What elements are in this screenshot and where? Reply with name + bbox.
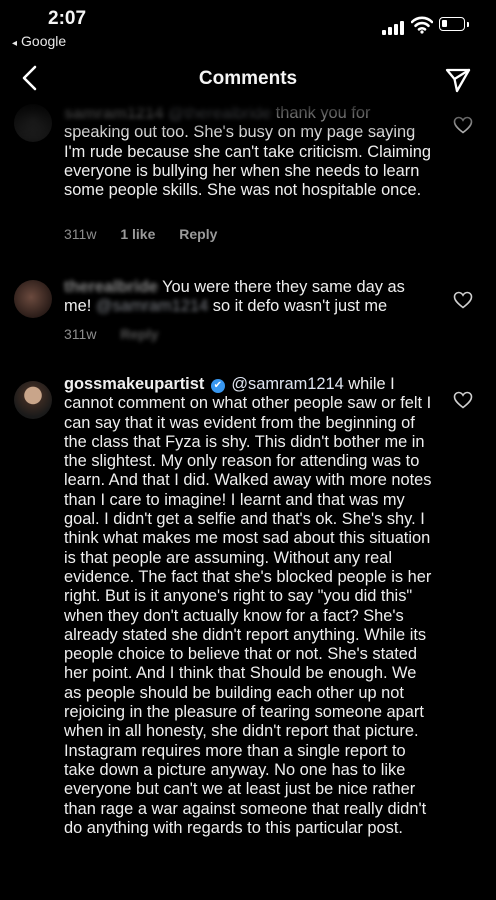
battery-tip [467,22,469,27]
cellular-signal-icon [382,21,406,35]
comment-item: gossmakeupartist ✔ @samram1214 while I c… [0,375,496,900]
wifi-icon [411,16,433,34]
comment-mention[interactable]: @samram1214 [231,375,343,393]
comment-time: 311w [64,326,97,342]
heart-icon[interactable] [453,291,473,309]
comment-username[interactable]: gossmakeupartist [64,375,204,393]
status-bar: 2:07 ◂ Google [0,0,496,56]
comment-meta: 311w Reply [64,326,178,342]
back-triangle-icon: ◂ [12,38,18,49]
comment-meta: 311w 1 like Reply [64,226,237,242]
heart-icon[interactable] [453,391,473,409]
comment-likes[interactable]: 1 like [120,226,155,242]
comment-time: 311w [64,226,97,242]
comment-body: samram1214 @therealbride thank you for s… [64,104,436,200]
page-title: Comments [198,68,298,89]
avatar[interactable] [14,280,52,318]
back-app-label: Google [21,33,67,49]
back-to-app-link[interactable]: ◂ Google [12,33,66,49]
comment-text-after: so it defo wasn't just me [212,297,388,316]
comment-text: while I cannot comment on what other peo… [64,375,432,837]
paper-plane-icon[interactable] [444,66,472,94]
verified-badge-icon: ✔ [210,379,225,393]
comment-item: therealbride You were there they same da… [0,278,496,348]
reply-button[interactable]: Reply [179,226,217,242]
comment-mention[interactable]: @therealbride [168,104,271,122]
comment-item: samram1214 @therealbride thank you for s… [0,104,496,254]
comment-username[interactable]: therealbride [64,278,158,296]
comment-mention[interactable]: @samram1214 [96,297,208,315]
comment-body: therealbride You were there they same da… [64,278,436,317]
reply-button[interactable]: Reply [120,326,158,342]
comment-body: gossmakeupartist ✔ @samram1214 while I c… [64,375,436,838]
heart-icon[interactable] [453,116,473,134]
avatar[interactable] [14,381,52,419]
avatar[interactable] [14,104,52,142]
comment-username[interactable]: samram1214 [64,104,163,122]
status-time: 2:07 [48,8,87,29]
battery-icon [439,17,465,31]
comments-header: Comments [0,56,496,104]
